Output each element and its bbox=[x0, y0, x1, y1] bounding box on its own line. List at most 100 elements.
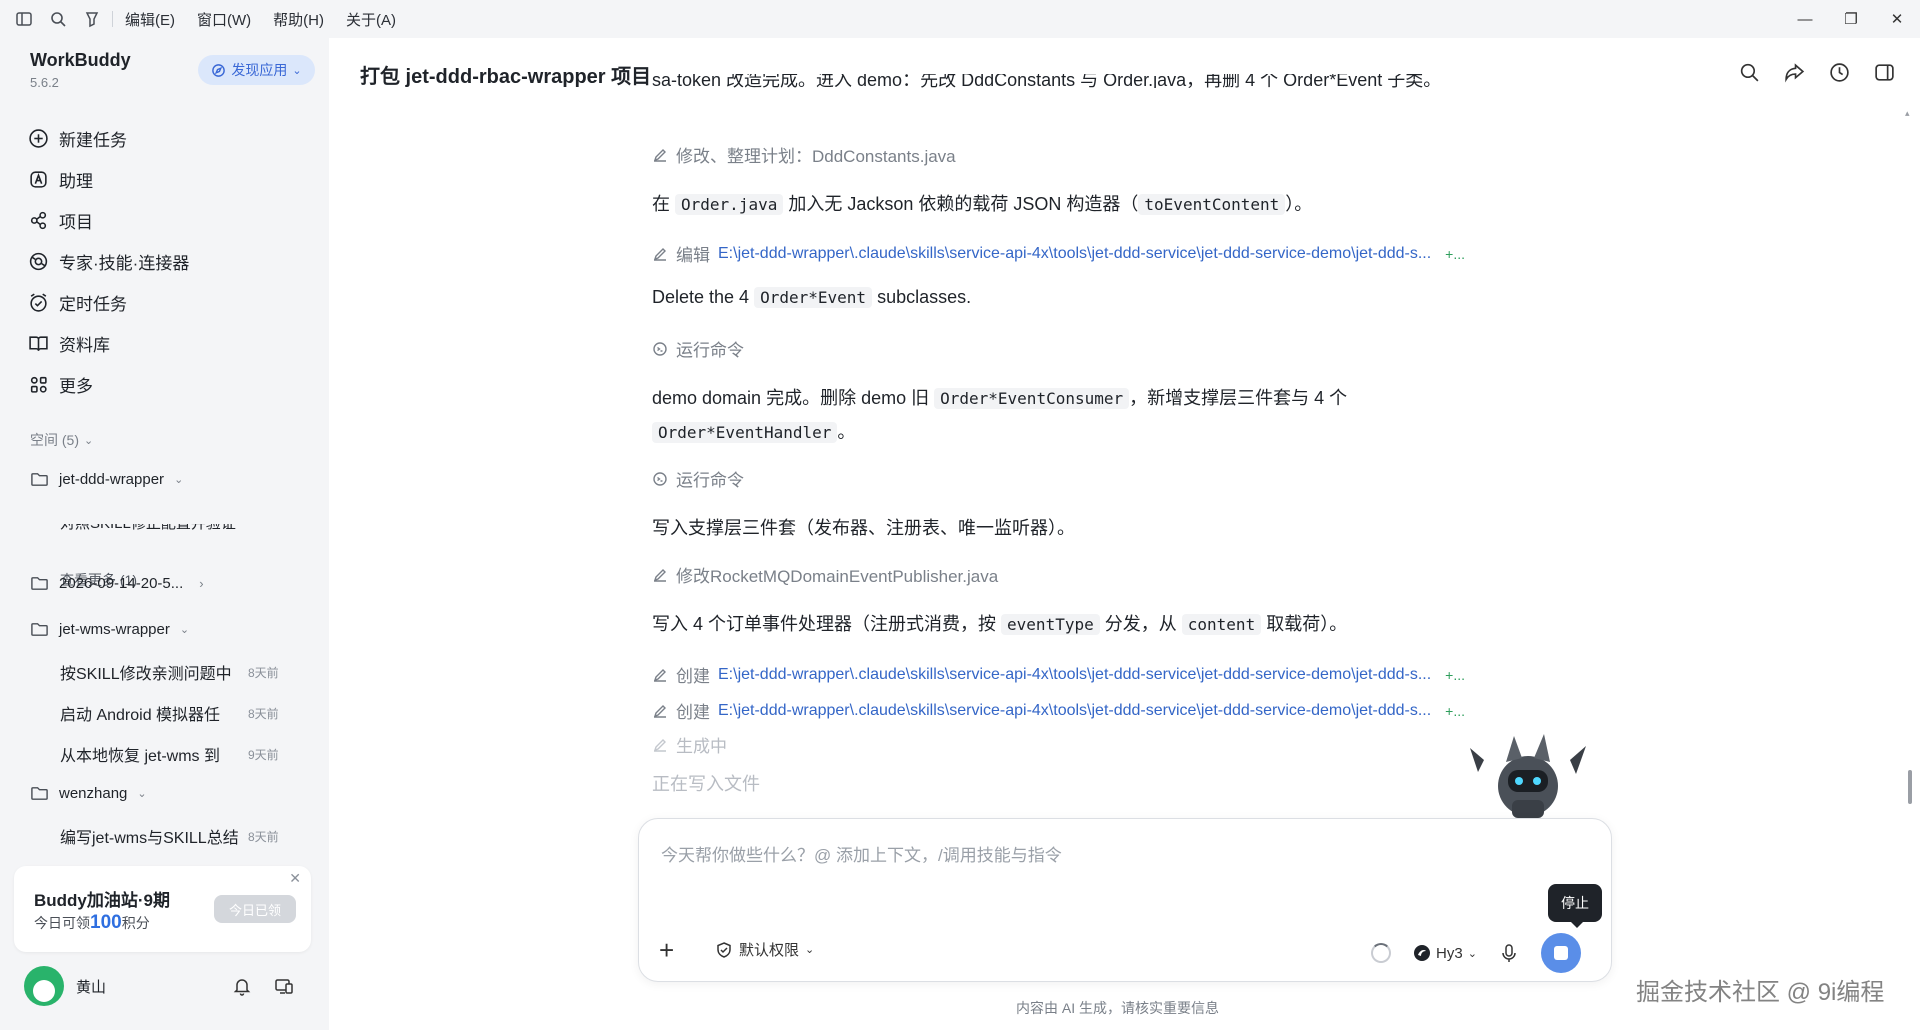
file-path-link[interactable]: E:\jet-ddd-wrapper\.claude\skills\servic… bbox=[718, 245, 1431, 263]
inline-code: eventType bbox=[1001, 614, 1100, 635]
user-profile[interactable]: 黄山 bbox=[24, 966, 106, 1006]
nav-assistant[interactable]: 助理 bbox=[28, 159, 189, 200]
text: Delete the 4 bbox=[652, 287, 750, 307]
model-selector[interactable]: Hy3 ⌄ bbox=[1413, 944, 1477, 962]
share-icon[interactable] bbox=[1783, 61, 1806, 84]
composer-controls: Hy3 ⌄ bbox=[1371, 933, 1581, 973]
permission-selector[interactable]: 默认权限 ⌄ bbox=[715, 939, 814, 960]
tool-step-label: 编辑 bbox=[676, 246, 710, 265]
pencil-icon bbox=[653, 738, 666, 752]
tool-step-label: 运行命令 bbox=[676, 471, 744, 490]
terminal-icon bbox=[653, 471, 667, 486]
tool-step-edit-plan[interactable]: 修改、整理计划：DddConstants.java bbox=[652, 142, 956, 167]
book-icon bbox=[29, 336, 48, 352]
list-item[interactable]: 启动 Android 模拟器任 8天前 bbox=[60, 701, 290, 725]
menu-about[interactable]: 关于(A) bbox=[346, 9, 396, 30]
stop-icon bbox=[1553, 946, 1568, 960]
nav-label: 更多 bbox=[59, 377, 93, 396]
text: 。 bbox=[837, 422, 856, 442]
nav-experts[interactable]: 专家·技能·连接器 bbox=[28, 241, 189, 282]
prompt-input[interactable]: 今天帮你做些什么？@ 添加上下文，/调用技能与指令 bbox=[661, 841, 1062, 866]
menu-edit[interactable]: 编辑(E) bbox=[125, 9, 175, 30]
spaces-header[interactable]: 空间 (5) ⌄ bbox=[30, 430, 93, 450]
maximize-button[interactable]: ❐ bbox=[1828, 0, 1874, 38]
nav-label: 助理 bbox=[59, 172, 93, 191]
add-attachment-button[interactable]: + bbox=[659, 935, 674, 966]
scrollbar[interactable]: ▴ bbox=[1905, 108, 1911, 808]
nav-library[interactable]: 资料库 bbox=[28, 323, 189, 364]
tool-step-modify[interactable]: 修改RocketMQDomainEventPublisher.java bbox=[652, 562, 998, 587]
watermark: 掘金技术社区 @ 9i编程 bbox=[1636, 979, 1885, 1006]
panel-toggle-icon[interactable] bbox=[1873, 61, 1896, 84]
space-group-jet-ddd-wrapper[interactable]: jet-ddd-wrapper ⌄ bbox=[30, 470, 183, 489]
close-window-button[interactable]: ✕ bbox=[1874, 0, 1920, 38]
sidebar: WorkBuddy 5.6.2 发现应用 ⌄ 新建任务 助理 项目 专家·技能·… bbox=[0, 38, 329, 1030]
list-item-clipped[interactable]: 对照SKILL修正配置并验证 bbox=[60, 524, 290, 534]
group-name: jet-wms-wrapper bbox=[59, 621, 170, 638]
text: 分发，从 bbox=[1104, 614, 1177, 634]
devices-icon[interactable] bbox=[274, 976, 294, 996]
file-path-link[interactable]: E:\jet-ddd-wrapper\.claude\skills\servic… bbox=[718, 666, 1431, 684]
menu-window[interactable]: 窗口(W) bbox=[197, 9, 251, 30]
bell-icon[interactable] bbox=[232, 976, 252, 996]
brand: WorkBuddy 5.6.2 bbox=[30, 50, 131, 90]
tool-step-edit[interactable]: 编辑 E:\jet-ddd-wrapper\.claude\skills\ser… bbox=[652, 241, 1465, 266]
folder-icon bbox=[31, 473, 48, 486]
tool-step-create[interactable]: 创建 E:\jet-ddd-wrapper\.claude\skills\ser… bbox=[652, 698, 1465, 723]
avatar bbox=[24, 966, 64, 1006]
tool-step-label: 修改、整理计划：DddConstants.java bbox=[676, 147, 956, 166]
chevron-right-icon: › bbox=[199, 576, 204, 591]
message-line: Order*EventHandler。 bbox=[652, 418, 855, 444]
close-icon[interactable]: ✕ bbox=[289, 870, 301, 887]
minimize-button[interactable]: — bbox=[1782, 0, 1828, 38]
menu-help[interactable]: 帮助(H) bbox=[273, 9, 324, 30]
pencil-icon bbox=[653, 247, 666, 261]
space-group-wenzhang[interactable]: wenzhang ⌄ bbox=[30, 784, 147, 803]
tool-step-generating: 生成中 bbox=[652, 732, 727, 757]
inline-code: Order.java bbox=[675, 194, 784, 215]
clock-icon bbox=[30, 293, 47, 312]
inline-code: toEventContent bbox=[1138, 194, 1286, 215]
tool-step-run-command[interactable]: 运行命令 bbox=[652, 336, 744, 361]
space-group-date[interactable]: 2026-09-14-20-5... › bbox=[30, 574, 204, 593]
app-name: WorkBuddy bbox=[30, 50, 131, 70]
inline-code: Order*EventConsumer bbox=[934, 388, 1130, 409]
list-item-age: 8天前 bbox=[248, 829, 279, 844]
pencil-icon bbox=[653, 704, 666, 718]
tool-step-create[interactable]: 创建 E:\jet-ddd-wrapper\.claude\skills\ser… bbox=[652, 662, 1465, 687]
inline-code: content bbox=[1181, 614, 1262, 635]
status-text: 正在写入文件 bbox=[652, 774, 760, 794]
group-name: 2026-09-14-20-5... bbox=[59, 575, 184, 592]
scroll-up-icon[interactable]: ▴ bbox=[1905, 108, 1910, 119]
microphone-icon[interactable] bbox=[1499, 943, 1519, 963]
search-icon[interactable] bbox=[1738, 61, 1761, 84]
nav-more[interactable]: 更多 bbox=[28, 364, 189, 405]
history-icon[interactable] bbox=[1828, 61, 1851, 84]
text: subclasses. bbox=[877, 287, 972, 307]
space-group-jet-wms-wrapper[interactable]: jet-wms-wrapper ⌄ bbox=[30, 620, 189, 639]
list-item[interactable]: 从本地恢复 jet-wms 到 9天前 bbox=[60, 742, 290, 766]
discover-apps-button[interactable]: 发现应用 ⌄ bbox=[198, 55, 315, 85]
nav-projects[interactable]: 项目 bbox=[28, 200, 189, 241]
sidebar-toggle-icon[interactable] bbox=[14, 9, 34, 29]
claim-button[interactable]: 今日已领 bbox=[214, 895, 296, 923]
promo-sub-suffix: 积分 bbox=[121, 915, 150, 931]
scrollbar-thumb[interactable] bbox=[1908, 770, 1912, 804]
compass-icon bbox=[212, 63, 226, 77]
text: 写入 4 个订单事件处理器（注册式消费，按 bbox=[652, 614, 997, 634]
file-path-link[interactable]: E:\jet-ddd-wrapper\.claude\skills\servic… bbox=[718, 702, 1431, 720]
tool-step-run-command[interactable]: 运行命令 bbox=[652, 466, 744, 491]
expand-more[interactable]: +... bbox=[1445, 246, 1465, 262]
stop-button[interactable] bbox=[1540, 933, 1581, 973]
list-item[interactable]: 编写jet-wms与SKILL总结 8天前 bbox=[60, 824, 290, 848]
pin-icon[interactable] bbox=[82, 9, 102, 29]
nav-scheduled[interactable]: 定时任务 bbox=[28, 282, 189, 323]
nav-new-task[interactable]: 新建任务 bbox=[28, 118, 189, 159]
folder-icon bbox=[31, 623, 48, 636]
clipped-message: sa-token 改造完成。进入 demo：先改 DddConstants 与 … bbox=[652, 74, 1441, 88]
search-icon[interactable] bbox=[48, 9, 68, 29]
list-item[interactable]: 按SKILL修改亲测问题中 8天前 bbox=[60, 660, 290, 684]
expand-more[interactable]: +... bbox=[1445, 667, 1465, 683]
list-item-clipped-title: 对照SKILL修正配置并验证 bbox=[60, 524, 290, 533]
expand-more[interactable]: +... bbox=[1445, 703, 1465, 719]
